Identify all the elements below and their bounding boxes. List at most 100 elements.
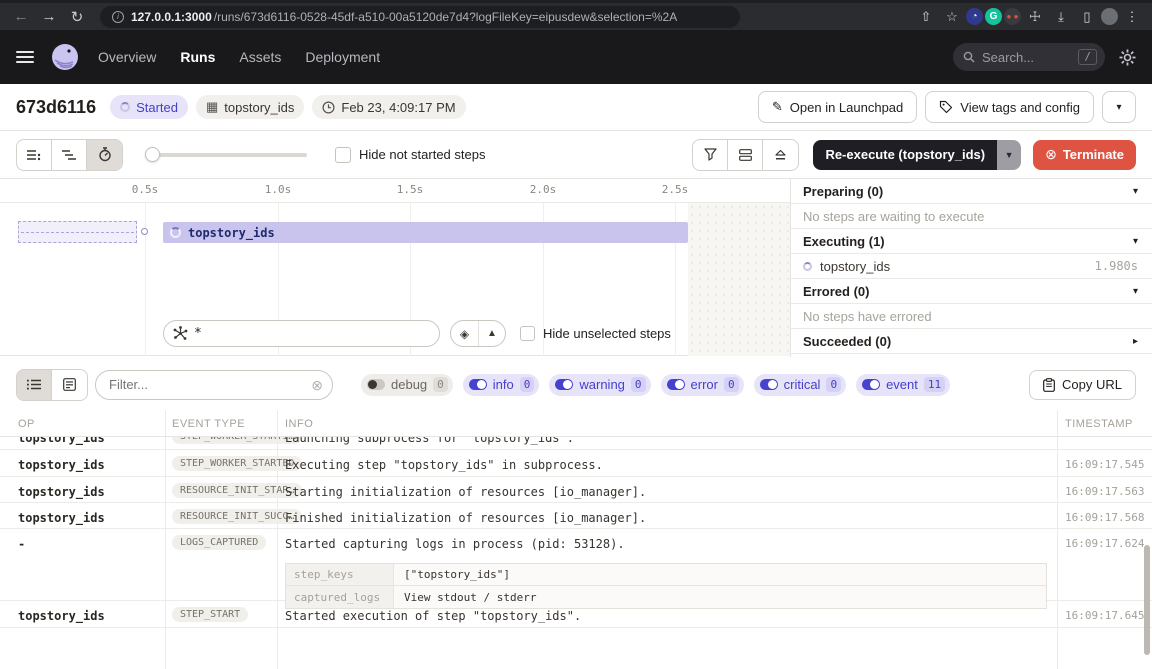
executing-section-header[interactable]: Executing (1) ▾ bbox=[791, 229, 1152, 254]
log-op: topstory_ids bbox=[18, 511, 105, 525]
gantt-view-mode-group bbox=[16, 139, 123, 171]
collapse-filter-button[interactable] bbox=[693, 140, 728, 170]
expand-panel-button[interactable] bbox=[763, 140, 798, 170]
flat-view-button[interactable] bbox=[17, 140, 52, 170]
reexecute-button[interactable]: Re-execute (topstory_ids) bbox=[813, 140, 997, 170]
search-shortcut-key: / bbox=[1078, 49, 1097, 65]
waterfall-view-button[interactable] bbox=[52, 140, 87, 170]
layers-icon[interactable]: ◈ bbox=[451, 321, 478, 346]
dagster-logo[interactable] bbox=[50, 42, 80, 72]
log-row[interactable]: topstory_ids STEP_WORKER_STARTED Executi… bbox=[0, 450, 1152, 477]
step-selection-input[interactable] bbox=[163, 320, 440, 347]
log-op: topstory_ids bbox=[18, 458, 105, 472]
timed-view-button[interactable] bbox=[87, 140, 122, 170]
event-type-badge: RESOURCE_INIT_SUCC… bbox=[172, 509, 302, 524]
zoom-slider-thumb[interactable] bbox=[145, 147, 160, 162]
unstructured-log-view-button[interactable] bbox=[17, 370, 52, 400]
executing-step-row[interactable]: topstory_ids 1.980s bbox=[791, 254, 1152, 279]
bookmark-star-icon[interactable]: ☆ bbox=[940, 9, 964, 25]
log-scrollbar-thumb[interactable] bbox=[1144, 545, 1150, 655]
event-type-badge: STEP_WORKER_STARTED bbox=[172, 456, 302, 471]
log-table: OP EVENT TYPE INFO TIMESTAMP topstory_id… bbox=[0, 410, 1152, 669]
browser-menu-icon[interactable]: ⋮ bbox=[1120, 9, 1144, 25]
switch-icon bbox=[862, 379, 880, 390]
preparing-section-header[interactable]: Preparing (0) ▾ bbox=[791, 179, 1152, 204]
toggle-error[interactable]: error 0 bbox=[661, 374, 744, 396]
preparing-empty-message: No steps are waiting to execute bbox=[791, 204, 1152, 229]
toggle-event[interactable]: event 11 bbox=[856, 374, 950, 396]
url-bar[interactable]: i 127.0.0.1:3000 /runs/673d6116-0528-45d… bbox=[100, 6, 740, 28]
url-path: /runs/673d6116-0528-45df-a510-00a5120de7… bbox=[214, 10, 677, 24]
reexecute-dropdown-caret[interactable]: ▼ bbox=[997, 140, 1021, 170]
nav-item-deployment[interactable]: Deployment bbox=[305, 49, 380, 65]
nav-item-overview[interactable]: Overview bbox=[98, 49, 156, 65]
terminate-button[interactable]: ⊗ Terminate bbox=[1033, 140, 1136, 170]
site-info-icon[interactable]: i bbox=[112, 11, 124, 23]
run-header: 673d6116 Started ▦ topstory_ids Feb 23, … bbox=[0, 84, 1152, 131]
hide-not-started-checkbox[interactable] bbox=[335, 147, 351, 163]
switch-icon bbox=[667, 379, 685, 390]
log-filter: ⊗ bbox=[95, 370, 333, 400]
collapse-chevron-icon[interactable]: ▲ bbox=[478, 321, 505, 346]
log-row[interactable]: topstory_ids STEP_START Started executio… bbox=[0, 601, 1152, 628]
log-row-logs-captured[interactable]: - LOGS_CAPTURED Started capturing logs i… bbox=[0, 529, 1152, 601]
gantt-step-bar[interactable]: topstory_ids bbox=[163, 222, 688, 243]
gantt-future-region bbox=[688, 203, 790, 356]
errored-section-header[interactable]: Errored (0) ▾ bbox=[791, 279, 1152, 304]
toggle-info[interactable]: info 0 bbox=[463, 374, 540, 396]
log-filter-input[interactable] bbox=[95, 370, 333, 400]
clear-filter-icon[interactable]: ⊗ bbox=[311, 377, 323, 394]
nav-item-assets[interactable]: Assets bbox=[239, 49, 281, 65]
log-row[interactable]: topstory_ids RESOURCE_INIT_SUCC… Finishe… bbox=[0, 503, 1152, 529]
panel-layout-group bbox=[692, 139, 799, 171]
view-tags-config-button[interactable]: View tags and config bbox=[925, 91, 1094, 123]
reload-icon[interactable]: ↻ bbox=[64, 8, 90, 26]
log-op: topstory_ids bbox=[18, 437, 105, 445]
axis-tick: 2.5s bbox=[653, 183, 697, 196]
forward-icon[interactable]: → bbox=[36, 8, 62, 25]
extension-clock-icon[interactable]: ◔ bbox=[966, 8, 983, 25]
run-time-tag: Feb 23, 4:09:17 PM bbox=[312, 95, 465, 119]
step-name: topstory_ids bbox=[820, 259, 1095, 274]
run-actions-menu-button[interactable]: ▾ bbox=[1102, 91, 1136, 123]
axis-tick: 2.0s bbox=[521, 183, 565, 196]
share-icon[interactable]: ⇧ bbox=[914, 9, 938, 25]
succeeded-section-header[interactable]: Succeeded (0) ▸ bbox=[791, 329, 1152, 354]
structured-log-view-button[interactable] bbox=[52, 370, 87, 400]
toggle-critical[interactable]: critical 0 bbox=[754, 374, 846, 396]
copy-url-button[interactable]: Copy URL bbox=[1029, 370, 1136, 400]
log-timestamp: 16:09:17.645 bbox=[1065, 609, 1144, 622]
downloads-icon[interactable]: ⤓ bbox=[1049, 9, 1073, 25]
grammarly-extension-icon[interactable]: G bbox=[985, 8, 1002, 25]
log-row-partial[interactable]: topstory_ids STEP_WORKER_STARTI… Launchi… bbox=[0, 437, 1152, 450]
global-search[interactable]: Search... / bbox=[953, 43, 1105, 71]
zoom-slider[interactable] bbox=[147, 153, 307, 157]
hide-unselected-checkbox[interactable] bbox=[520, 326, 535, 341]
gantt-time-axis: 0.5s 1.0s 1.5s 2.0s 2.5s bbox=[0, 179, 790, 203]
log-info: Started execution of step "topstory_ids"… bbox=[285, 609, 581, 623]
gantt-plot-area[interactable]: topstory_ids ◈ ▲ Hide unselected steps bbox=[0, 203, 790, 356]
toggle-debug[interactable]: debug 0 bbox=[361, 374, 453, 396]
log-row[interactable]: topstory_ids RESOURCE_INIT_STAR… Startin… bbox=[0, 477, 1152, 503]
toggle-warning[interactable]: warning 0 bbox=[549, 374, 650, 396]
settings-gear-icon[interactable] bbox=[1119, 49, 1136, 66]
col-header-timestamp: TIMESTAMP bbox=[1065, 418, 1133, 430]
job-tag[interactable]: ▦ topstory_ids bbox=[196, 95, 304, 119]
extension-robot-icon[interactable]: ● ● bbox=[1004, 8, 1021, 25]
axis-tick: 0.5s bbox=[123, 183, 167, 196]
extensions-puzzle-icon[interactable]: ☩ bbox=[1023, 9, 1047, 25]
grid-icon: ▦ bbox=[206, 99, 218, 115]
open-in-launchpad-button[interactable]: ✎ Open in Launchpad bbox=[758, 91, 917, 123]
profile-avatar[interactable] bbox=[1101, 8, 1118, 25]
hamburger-menu-icon[interactable] bbox=[16, 51, 34, 63]
tab-strip bbox=[0, 0, 1152, 3]
hide-not-started-label: Hide not started steps bbox=[359, 147, 485, 162]
side-panel-icon[interactable]: ▯ bbox=[1075, 9, 1099, 25]
log-table-header: OP EVENT TYPE INFO TIMESTAMP bbox=[0, 410, 1152, 437]
nav-item-runs[interactable]: Runs bbox=[180, 49, 215, 65]
caret-right-icon: ▸ bbox=[1133, 336, 1138, 347]
back-icon[interactable]: ← bbox=[8, 8, 34, 25]
log-section: ⊗ debug 0 info 0 warning 0 error 0 criti… bbox=[0, 356, 1152, 669]
split-rows-button[interactable] bbox=[728, 140, 763, 170]
spinner-icon bbox=[803, 262, 812, 271]
